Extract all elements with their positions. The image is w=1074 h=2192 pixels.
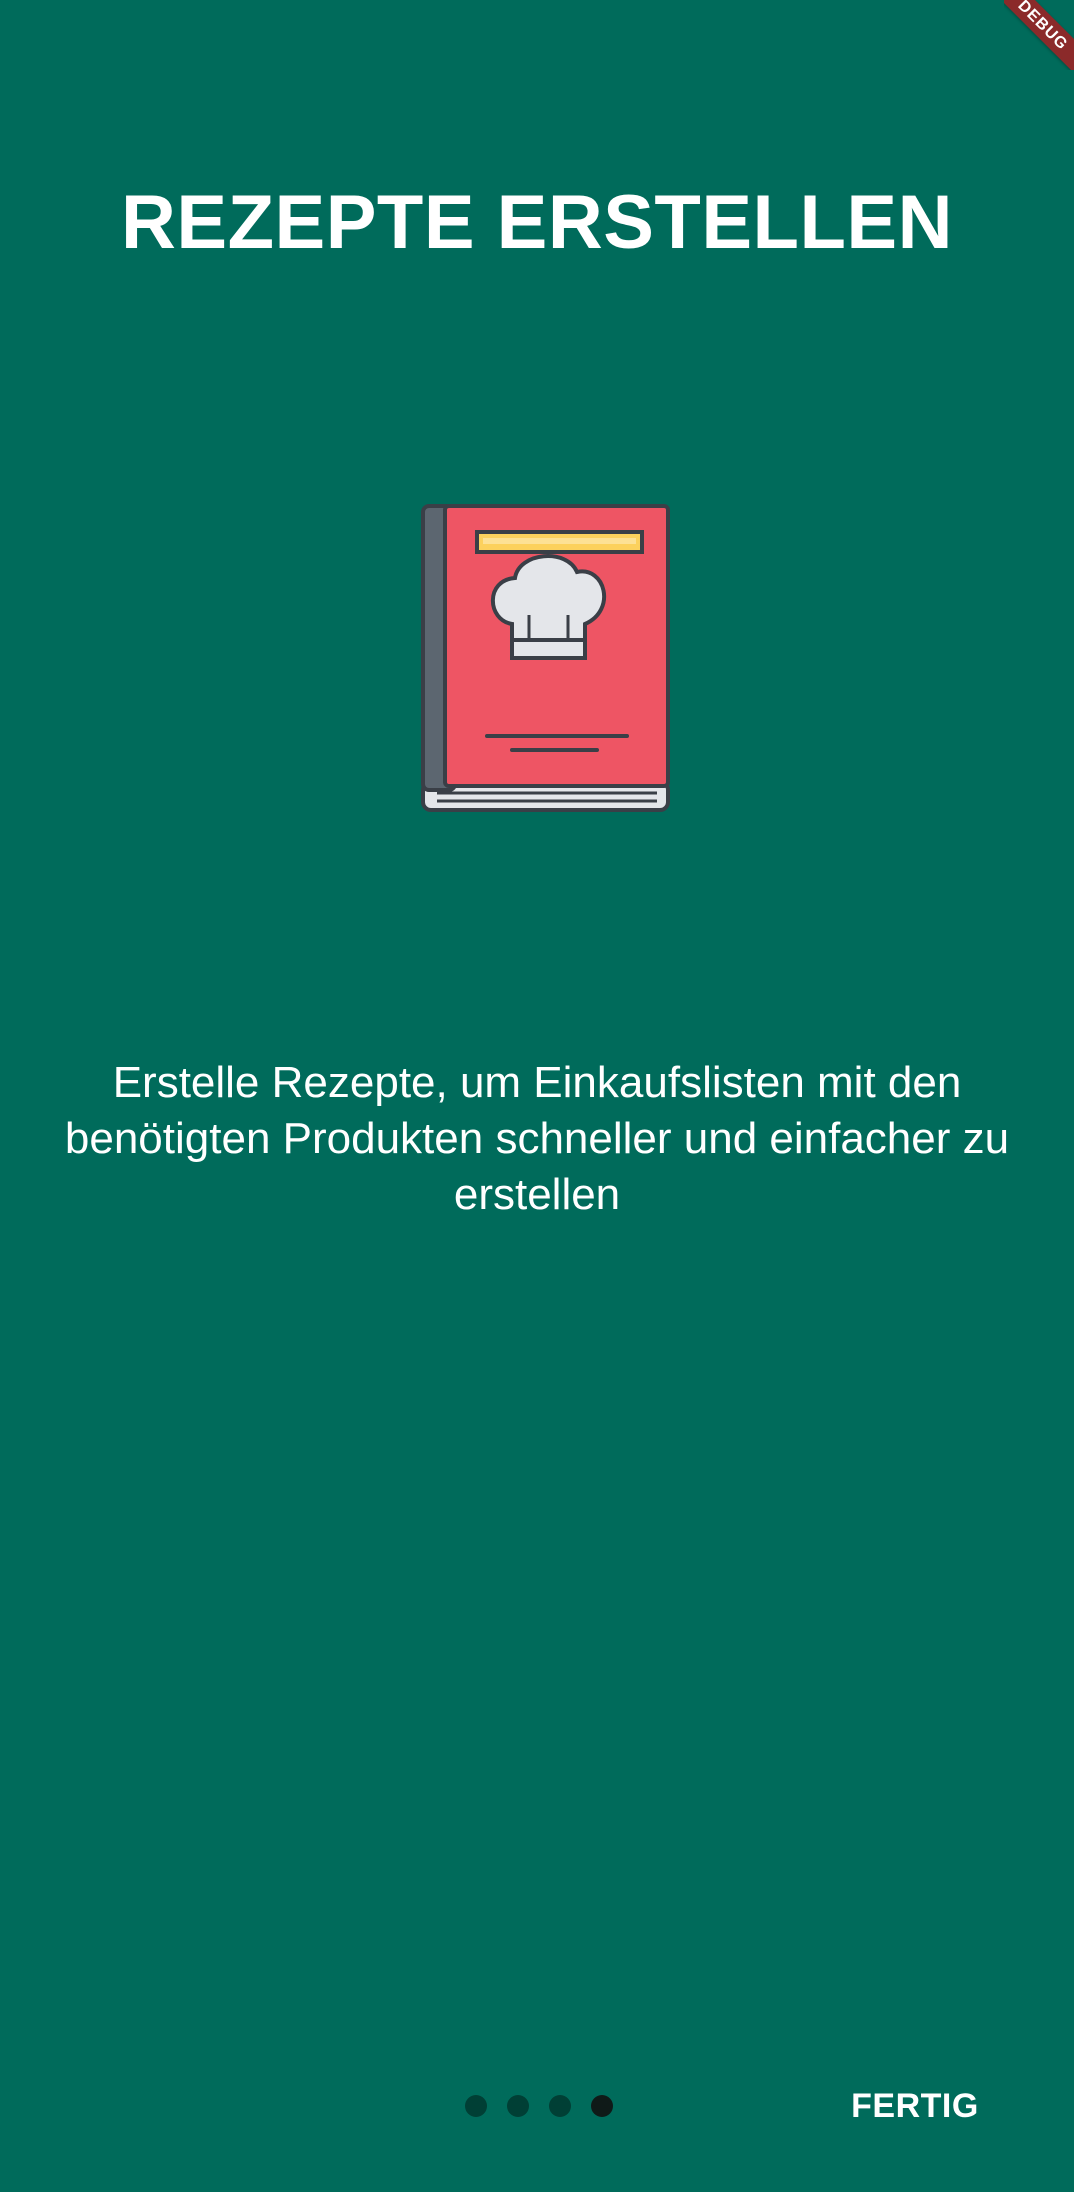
page-title: REZEPTE ERSTELLEN	[121, 180, 953, 265]
page-dot[interactable]	[507, 2095, 529, 2117]
debug-ribbon-text: DEBUG	[1014, 0, 1071, 54]
page-dot[interactable]	[465, 2095, 487, 2117]
page-dot-active[interactable]	[591, 2095, 613, 2117]
debug-banner: DEBUG	[1004, 0, 1074, 70]
done-button[interactable]: FERTIG	[830, 2081, 1000, 2131]
page-indicator	[465, 2095, 613, 2117]
cookbook-icon	[417, 500, 677, 820]
onboarding-footer: FERTIG	[0, 2075, 1074, 2135]
page-dot[interactable]	[549, 2095, 571, 2117]
debug-ribbon: DEBUG	[1004, 0, 1074, 70]
onboarding-description: Erstelle Rezepte, um Einkaufslisten mit …	[64, 1058, 1010, 1219]
